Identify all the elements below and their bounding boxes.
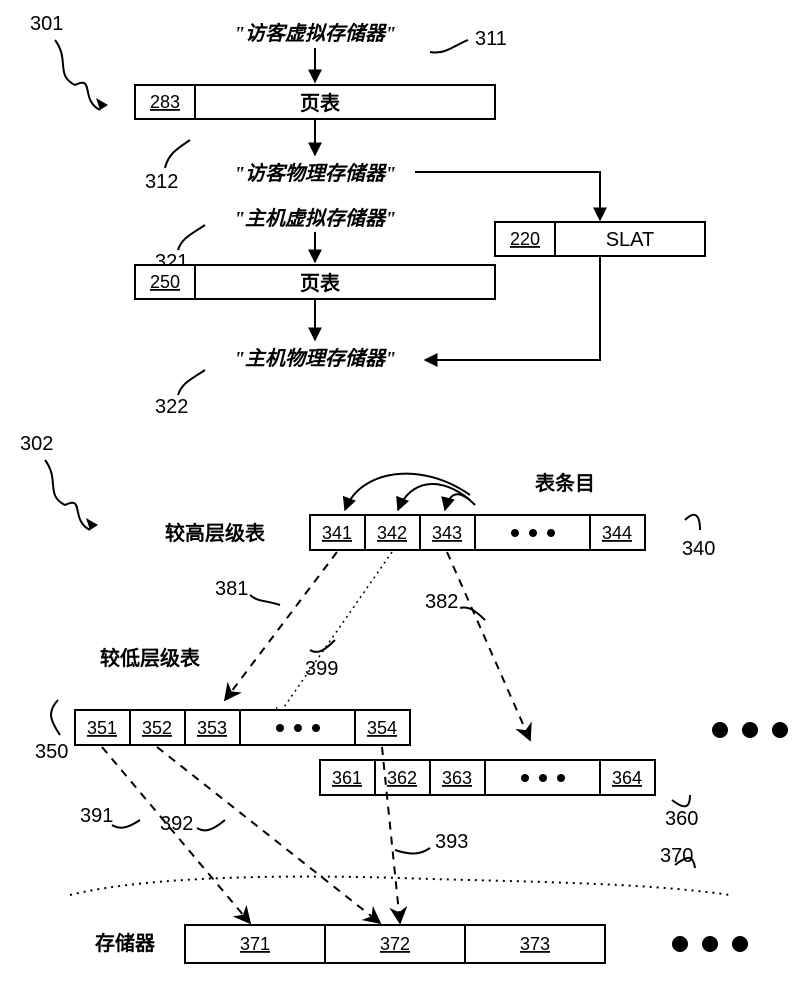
table-360: 361 362 363 364 bbox=[320, 760, 655, 795]
ref-301: 301 bbox=[30, 13, 63, 35]
label-lower-table: 较低层级表 bbox=[100, 646, 201, 670]
diagram-canvas: 301 "访客虚拟存储器" 311 283 页表 312 "访客物理存储器" 2… bbox=[0, 0, 798, 1000]
ref-370: 370 bbox=[660, 845, 693, 867]
ref-302: 302 bbox=[20, 433, 53, 455]
cell-354: 354 bbox=[367, 718, 397, 738]
cell-341: 341 bbox=[322, 523, 352, 543]
edge-382 bbox=[447, 552, 530, 740]
label-host-physical: "主机物理存储器" bbox=[234, 347, 396, 370]
label-page-table-1: 页表 bbox=[300, 91, 341, 115]
ref-392: 392 bbox=[160, 813, 193, 835]
label-guest-physical: "访客物理存储器" bbox=[234, 162, 396, 185]
figure-302: 302 表条目 较高层级表 341 342 343 344 340 bbox=[20, 433, 788, 963]
label-guest-virtual: "访客虚拟存储器" bbox=[234, 22, 396, 45]
box-page-table-250: 250 页表 bbox=[135, 265, 495, 299]
ref-381: 381 bbox=[215, 578, 248, 600]
ref-382: 382 bbox=[425, 591, 458, 613]
ref-311: 311 bbox=[475, 28, 507, 50]
label-higher-table: 较高层级表 bbox=[165, 521, 266, 545]
cell-371: 371 bbox=[240, 934, 270, 954]
box-page-table-283: 283 页表 bbox=[135, 85, 495, 119]
cell-364: 364 bbox=[612, 768, 642, 788]
cell-372: 372 bbox=[380, 934, 410, 954]
cell-283-num: 283 bbox=[150, 92, 180, 112]
ref-350: 350 bbox=[35, 741, 68, 763]
memory-pages: 371 372 373 bbox=[185, 925, 605, 963]
cell-343: 343 bbox=[432, 523, 462, 543]
edge-391 bbox=[102, 747, 250, 923]
label-page-table-2: 页表 bbox=[300, 271, 341, 295]
label-table-entries: 表条目 bbox=[535, 471, 595, 495]
cell-342: 342 bbox=[377, 523, 407, 543]
figure-301: 301 "访客虚拟存储器" 311 283 页表 312 "访客物理存储器" 2… bbox=[30, 13, 705, 418]
label-host-virtual: "主机虚拟存储器" bbox=[234, 207, 396, 230]
cell-250-num: 250 bbox=[150, 272, 180, 292]
cell-361: 361 bbox=[332, 768, 362, 788]
ref-391: 391 bbox=[80, 805, 113, 827]
ref-360: 360 bbox=[665, 808, 698, 830]
ref-399: 399 bbox=[305, 658, 338, 680]
cell-351: 351 bbox=[87, 718, 117, 738]
table-350: 351 352 353 354 bbox=[75, 710, 410, 745]
cell-352: 352 bbox=[142, 718, 172, 738]
cell-220-num: 220 bbox=[510, 229, 540, 249]
cell-363: 363 bbox=[442, 768, 472, 788]
ref-393: 393 bbox=[435, 831, 468, 853]
label-memory: 存储器 bbox=[95, 931, 156, 955]
box-slat: 220 SLAT bbox=[495, 222, 705, 256]
ref-322: 322 bbox=[155, 396, 188, 418]
cell-344: 344 bbox=[602, 523, 632, 543]
memory-boundary bbox=[70, 877, 730, 895]
ref-312: 312 bbox=[145, 171, 178, 193]
cell-353: 353 bbox=[197, 718, 227, 738]
table-340: 341 342 343 344 bbox=[310, 515, 645, 550]
cell-362: 362 bbox=[387, 768, 417, 788]
ref-340: 340 bbox=[682, 538, 715, 560]
label-slat: SLAT bbox=[606, 229, 655, 251]
edge-399 bbox=[275, 552, 392, 720]
cell-373: 373 bbox=[520, 934, 550, 954]
arrow-gp-to-slat bbox=[415, 172, 600, 220]
